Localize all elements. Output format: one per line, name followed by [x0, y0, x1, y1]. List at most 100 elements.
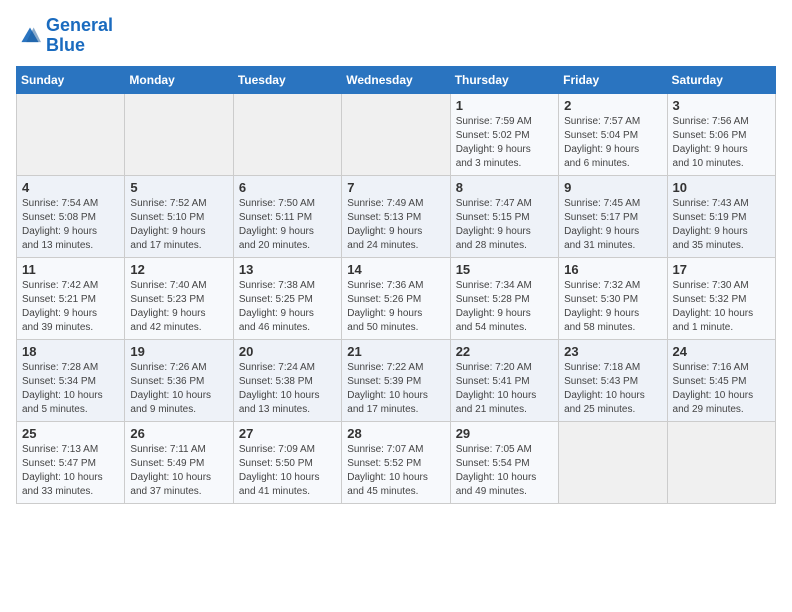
- day-info: Sunrise: 7:07 AM Sunset: 5:52 PM Dayligh…: [347, 443, 444, 499]
- day-info: Sunrise: 7:24 AM Sunset: 5:38 PM Dayligh…: [239, 361, 336, 417]
- calendar-cell: 10 Sunrise: 7:43 AM Sunset: 5:19 PM Dayli…: [667, 175, 775, 257]
- calendar-cell: 6 Sunrise: 7:50 AM Sunset: 5:11 PM Daylig…: [233, 175, 341, 257]
- day-info: Sunrise: 7:20 AM Sunset: 5:41 PM Dayligh…: [456, 361, 553, 417]
- calendar-cell: 21 Sunrise: 7:22 AM Sunset: 5:39 PM Dayli…: [342, 339, 450, 421]
- calendar-cell: 1Sunrise: 7:59 AM Sunset: 5:02 PM Daylig…: [450, 93, 558, 175]
- day-number: 22: [456, 344, 553, 359]
- weekday-header-friday: Friday: [559, 66, 667, 93]
- calendar-table: SundayMondayTuesdayWednesdayThursdayFrid…: [16, 66, 776, 504]
- day-info: Sunrise: 7:22 AM Sunset: 5:39 PM Dayligh…: [347, 361, 444, 417]
- day-number: 27: [239, 426, 336, 441]
- weekday-header-sunday: Sunday: [17, 66, 125, 93]
- day-info: Sunrise: 7:52 AM Sunset: 5:10 PM Dayligh…: [130, 197, 227, 253]
- logo-text-general: General: [46, 16, 113, 36]
- day-number: 14: [347, 262, 444, 277]
- day-number: 11: [22, 262, 119, 277]
- calendar-cell: 13 Sunrise: 7:38 AM Sunset: 5:25 PM Dayli…: [233, 257, 341, 339]
- calendar-cell: 15Sunrise: 7:34 AM Sunset: 5:28 PM Dayli…: [450, 257, 558, 339]
- calendar-cell: 18Sunrise: 7:28 AM Sunset: 5:34 PM Dayli…: [17, 339, 125, 421]
- calendar-cell: [125, 93, 233, 175]
- day-info: Sunrise: 7:57 AM Sunset: 5:04 PM Dayligh…: [564, 115, 661, 171]
- calendar-cell: 9 Sunrise: 7:45 AM Sunset: 5:17 PM Daylig…: [559, 175, 667, 257]
- calendar-week-5: 25Sunrise: 7:13 AM Sunset: 5:47 PM Dayli…: [17, 421, 776, 503]
- calendar-cell: [559, 421, 667, 503]
- calendar-week-2: 4Sunrise: 7:54 AM Sunset: 5:08 PM Daylig…: [17, 175, 776, 257]
- day-info: Sunrise: 7:36 AM Sunset: 5:26 PM Dayligh…: [347, 279, 444, 335]
- day-info: Sunrise: 7:18 AM Sunset: 5:43 PM Dayligh…: [564, 361, 661, 417]
- day-number: 2: [564, 98, 661, 113]
- day-number: 26: [130, 426, 227, 441]
- calendar-cell: 29 Sunrise: 7:05 AM Sunset: 5:54 PM Dayli…: [450, 421, 558, 503]
- day-number: 7: [347, 180, 444, 195]
- weekday-header-tuesday: Tuesday: [233, 66, 341, 93]
- logo-icon: [16, 25, 44, 47]
- logo-text-blue: Blue: [46, 36, 113, 56]
- calendar-week-3: 11 Sunrise: 7:42 AM Sunset: 5:21 PM Dayli…: [17, 257, 776, 339]
- day-info: Sunrise: 7:30 AM Sunset: 5:32 PM Dayligh…: [673, 279, 770, 335]
- calendar-cell: [667, 421, 775, 503]
- calendar-cell: 12Sunrise: 7:40 AM Sunset: 5:23 PM Dayli…: [125, 257, 233, 339]
- weekday-header-saturday: Saturday: [667, 66, 775, 93]
- day-number: 28: [347, 426, 444, 441]
- calendar-cell: [342, 93, 450, 175]
- weekday-row: SundayMondayTuesdayWednesdayThursdayFrid…: [17, 66, 776, 93]
- day-number: 4: [22, 180, 119, 195]
- calendar-cell: 11 Sunrise: 7:42 AM Sunset: 5:21 PM Dayli…: [17, 257, 125, 339]
- day-number: 3: [673, 98, 770, 113]
- day-info: Sunrise: 7:09 AM Sunset: 5:50 PM Dayligh…: [239, 443, 336, 499]
- day-info: Sunrise: 7:50 AM Sunset: 5:11 PM Dayligh…: [239, 197, 336, 253]
- calendar-cell: 24 Sunrise: 7:16 AM Sunset: 5:45 PM Dayli…: [667, 339, 775, 421]
- day-info: Sunrise: 7:47 AM Sunset: 5:15 PM Dayligh…: [456, 197, 553, 253]
- day-info: Sunrise: 7:26 AM Sunset: 5:36 PM Dayligh…: [130, 361, 227, 417]
- calendar-cell: 8 Sunrise: 7:47 AM Sunset: 5:15 PM Daylig…: [450, 175, 558, 257]
- day-number: 16: [564, 262, 661, 277]
- day-number: 13: [239, 262, 336, 277]
- day-info: Sunrise: 7:34 AM Sunset: 5:28 PM Dayligh…: [456, 279, 553, 335]
- calendar-cell: 16 Sunrise: 7:32 AM Sunset: 5:30 PM Dayli…: [559, 257, 667, 339]
- calendar-cell: [17, 93, 125, 175]
- day-info: Sunrise: 7:43 AM Sunset: 5:19 PM Dayligh…: [673, 197, 770, 253]
- calendar-cell: 19 Sunrise: 7:26 AM Sunset: 5:36 PM Dayli…: [125, 339, 233, 421]
- day-info: Sunrise: 7:56 AM Sunset: 5:06 PM Dayligh…: [673, 115, 770, 171]
- calendar-cell: 25Sunrise: 7:13 AM Sunset: 5:47 PM Dayli…: [17, 421, 125, 503]
- day-number: 18: [22, 344, 119, 359]
- day-number: 6: [239, 180, 336, 195]
- calendar-week-1: 1Sunrise: 7:59 AM Sunset: 5:02 PM Daylig…: [17, 93, 776, 175]
- day-info: Sunrise: 7:45 AM Sunset: 5:17 PM Dayligh…: [564, 197, 661, 253]
- day-info: Sunrise: 7:11 AM Sunset: 5:49 PM Dayligh…: [130, 443, 227, 499]
- day-number: 29: [456, 426, 553, 441]
- day-info: Sunrise: 7:32 AM Sunset: 5:30 PM Dayligh…: [564, 279, 661, 335]
- logo: General Blue: [16, 16, 113, 56]
- calendar-header: SundayMondayTuesdayWednesdayThursdayFrid…: [17, 66, 776, 93]
- day-info: Sunrise: 7:49 AM Sunset: 5:13 PM Dayligh…: [347, 197, 444, 253]
- weekday-header-thursday: Thursday: [450, 66, 558, 93]
- calendar-cell: 14 Sunrise: 7:36 AM Sunset: 5:26 PM Dayli…: [342, 257, 450, 339]
- day-number: 20: [239, 344, 336, 359]
- day-number: 10: [673, 180, 770, 195]
- day-number: 8: [456, 180, 553, 195]
- day-info: Sunrise: 7:59 AM Sunset: 5:02 PM Dayligh…: [456, 115, 553, 171]
- calendar-cell: 5 Sunrise: 7:52 AM Sunset: 5:10 PM Daylig…: [125, 175, 233, 257]
- day-number: 19: [130, 344, 227, 359]
- day-number: 21: [347, 344, 444, 359]
- day-info: Sunrise: 7:13 AM Sunset: 5:47 PM Dayligh…: [22, 443, 119, 499]
- calendar-cell: 3 Sunrise: 7:56 AM Sunset: 5:06 PM Daylig…: [667, 93, 775, 175]
- calendar-cell: 28 Sunrise: 7:07 AM Sunset: 5:52 PM Dayli…: [342, 421, 450, 503]
- day-number: 9: [564, 180, 661, 195]
- calendar-week-4: 18Sunrise: 7:28 AM Sunset: 5:34 PM Dayli…: [17, 339, 776, 421]
- calendar-cell: 20 Sunrise: 7:24 AM Sunset: 5:38 PM Dayli…: [233, 339, 341, 421]
- calendar-cell: 17Sunrise: 7:30 AM Sunset: 5:32 PM Dayli…: [667, 257, 775, 339]
- day-info: Sunrise: 7:05 AM Sunset: 5:54 PM Dayligh…: [456, 443, 553, 499]
- day-info: Sunrise: 7:42 AM Sunset: 5:21 PM Dayligh…: [22, 279, 119, 335]
- day-number: 24: [673, 344, 770, 359]
- day-number: 12: [130, 262, 227, 277]
- page-header: General Blue: [16, 16, 776, 56]
- day-number: 5: [130, 180, 227, 195]
- calendar-cell: 7 Sunrise: 7:49 AM Sunset: 5:13 PM Daylig…: [342, 175, 450, 257]
- calendar-cell: [233, 93, 341, 175]
- day-info: Sunrise: 7:38 AM Sunset: 5:25 PM Dayligh…: [239, 279, 336, 335]
- day-info: Sunrise: 7:16 AM Sunset: 5:45 PM Dayligh…: [673, 361, 770, 417]
- calendar-cell: 23Sunrise: 7:18 AM Sunset: 5:43 PM Dayli…: [559, 339, 667, 421]
- calendar-cell: 4Sunrise: 7:54 AM Sunset: 5:08 PM Daylig…: [17, 175, 125, 257]
- calendar-cell: 2 Sunrise: 7:57 AM Sunset: 5:04 PM Daylig…: [559, 93, 667, 175]
